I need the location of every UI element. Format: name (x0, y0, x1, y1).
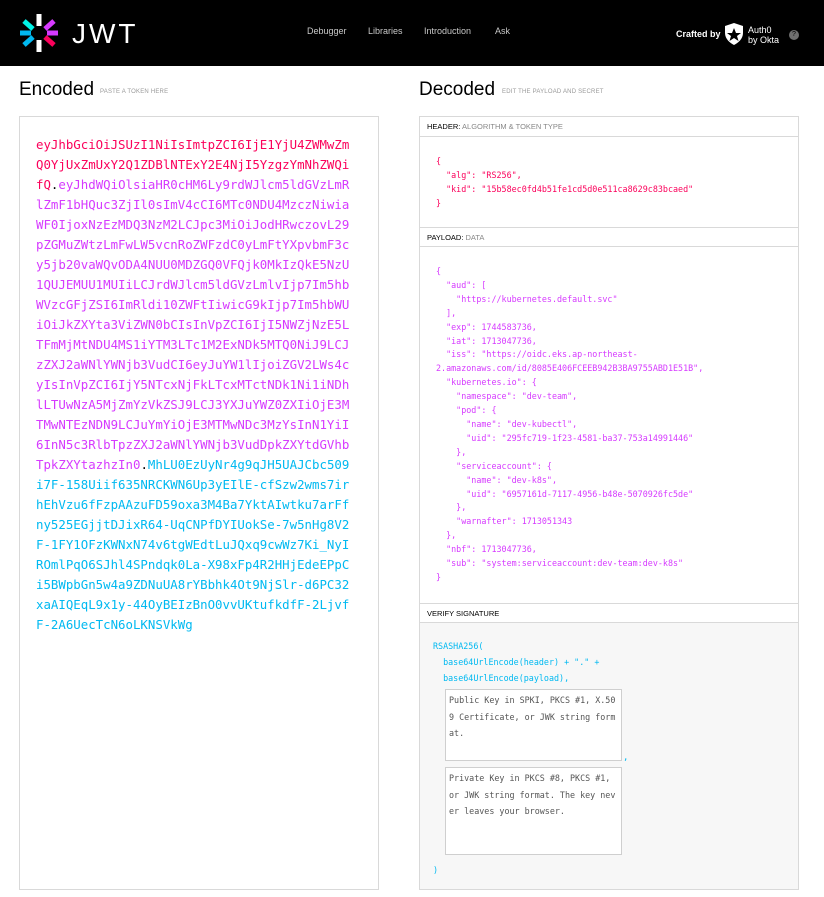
header-label: HEADER: (427, 122, 461, 131)
nav-link-debugger[interactable]: Debugger (307, 26, 347, 36)
payload-json-editor[interactable]: { "aud": [ "https://kubernetes.default.s… (436, 265, 703, 585)
nav-link-introduction[interactable]: Introduction (424, 26, 471, 36)
jwt-logo-icon[interactable] (18, 12, 60, 54)
sig-payload-line: base64UrlEncode(payload), (433, 673, 570, 683)
decoded-hint: EDIT THE PAYLOAD AND SECRET (502, 89, 604, 95)
header-json-editor[interactable]: { "alg": "RS256", "kid": "15b58ec0fd4b51… (436, 155, 693, 211)
sig-close-paren: ) (433, 865, 439, 875)
verify-section-title: VERIFY SIGNATURE (420, 603, 798, 623)
payload-section-title: PAYLOAD: DATA (420, 227, 798, 247)
private-key-input[interactable]: Private Key in PKCS #8, PKCS #1, or JWK … (445, 767, 622, 855)
encoded-hint: PASTE A TOKEN HERE (100, 89, 169, 95)
payload-label: PAYLOAD: (427, 233, 464, 242)
sig-comma: , (623, 753, 629, 763)
public-key-input[interactable]: Public Key in SPKI, PKCS #1, X.509 Certi… (445, 689, 622, 761)
verify-label: VERIFY SIGNATURE (427, 609, 500, 618)
auth0-shield-icon[interactable] (724, 23, 744, 45)
encoded-token-editor[interactable]: eyJhbGciOiJSUzI1NiIsImtpZCI6IjE1YjU4ZWMw… (19, 116, 379, 890)
logo-text[interactable]: JWT (72, 18, 139, 50)
decoded-panel: HEADER: ALGORITHM & TOKEN TYPE { "alg": … (419, 116, 799, 890)
payload-sublabel: DATA (465, 233, 485, 242)
nav-link-ask[interactable]: Ask (495, 26, 510, 36)
auth0-brand[interactable]: Auth0 by Okta (748, 25, 779, 45)
header-section-title: HEADER: ALGORITHM & TOKEN TYPE (420, 117, 798, 137)
encoded-token-text[interactable]: eyJhbGciOiJSUzI1NiIsImtpZCI6IjE1YjU4ZWMw… (36, 135, 356, 635)
auth0-line2: by Okta (748, 35, 780, 45)
auth0-line1: Auth0 (748, 25, 772, 35)
sig-function-line: RSASHA256( (433, 641, 484, 651)
info-icon[interactable]: ? (789, 30, 799, 40)
verify-signature-area: RSASHA256( base64UrlEncode(header) + "."… (420, 623, 798, 889)
encoded-title: Encoded (19, 79, 95, 100)
token-dot: . (140, 457, 148, 472)
sig-header-line: base64UrlEncode(header) + "." + (433, 657, 600, 667)
token-payload-part: eyJhdWQiOlsiaHR0cHM6Ly9rdWJlcm5ldGVzLmRl… (36, 177, 350, 472)
decoded-title: Decoded (419, 79, 496, 100)
top-navbar: JWT Debugger Libraries Introduction Ask … (0, 0, 824, 66)
header-sublabel: ALGORITHM & TOKEN TYPE (462, 122, 563, 131)
crafted-by-label: Crafted by (676, 29, 721, 39)
token-signature-part: MhLU0EzUyNr4g9qJH5UAJCbc509i7F-158Uiif63… (36, 457, 350, 632)
nav-link-libraries[interactable]: Libraries (368, 26, 403, 36)
